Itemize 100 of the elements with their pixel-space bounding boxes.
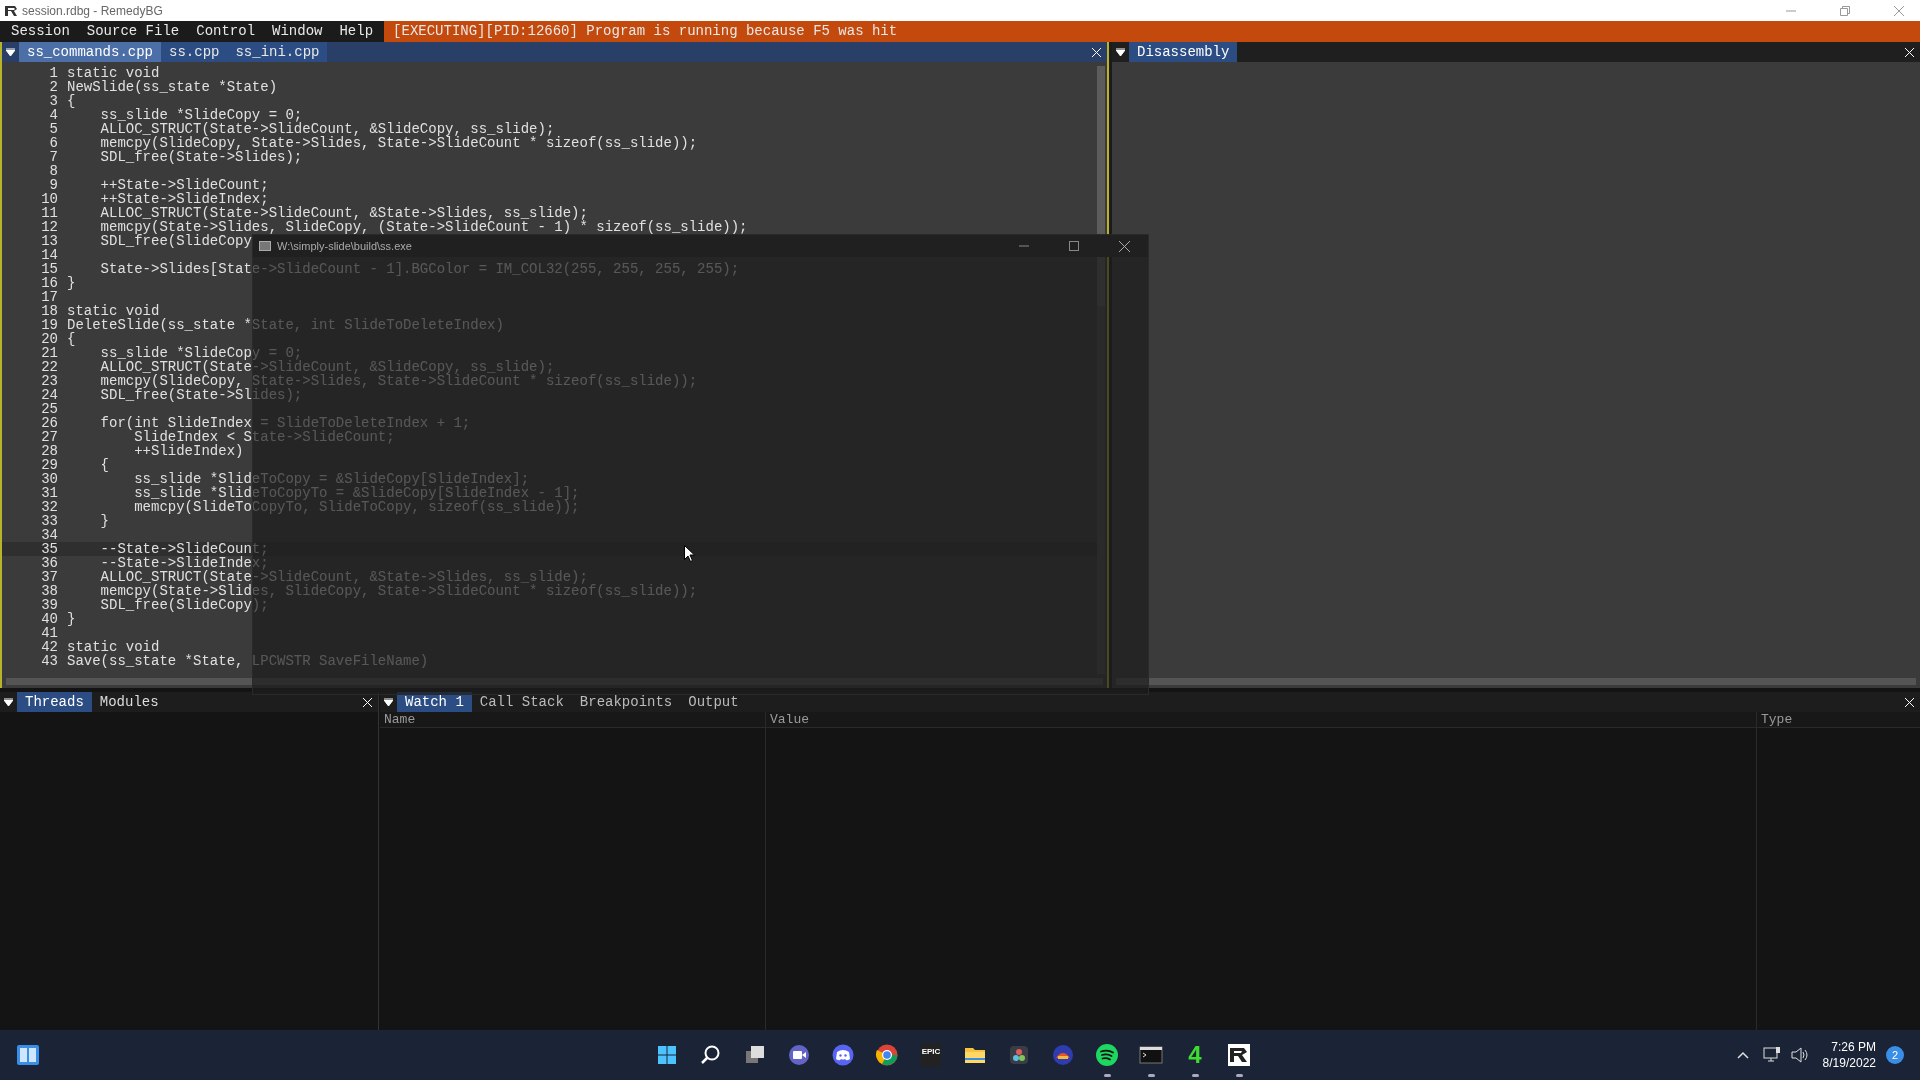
line-number: 30 (40, 472, 58, 486)
close-icon[interactable] (1119, 240, 1130, 252)
line-number: 34 (40, 528, 58, 542)
widgets-icon[interactable] (16, 1043, 40, 1067)
line-number: 13 (40, 234, 58, 248)
line-number: 15 (40, 262, 58, 276)
line-number: 32 (40, 500, 58, 514)
clock-time[interactable]: 7:26 PM (1831, 1039, 1876, 1055)
taskbar-app-icon[interactable] (1139, 1043, 1163, 1067)
line-number: 28 (40, 444, 58, 458)
line-number: 40 (40, 612, 58, 626)
taskbar-app-icon[interactable] (831, 1043, 855, 1067)
panel-menu-icon[interactable] (4, 697, 13, 707)
taskbar-app-icon[interactable] (1007, 1043, 1031, 1067)
mouse-cursor-icon (684, 545, 695, 562)
line-number: 16 (40, 276, 58, 290)
line-number: 33 (40, 514, 58, 528)
line-number: 35 (40, 542, 58, 556)
line-number: 26 (40, 416, 58, 430)
menu-item[interactable]: Help (339, 21, 374, 42)
code-line: ALLOC_STRUCT(State->SlideCount, &SlideCopy, ss_slide); (99, 122, 555, 136)
line-number: 9 (48, 178, 58, 192)
clock-date[interactable]: 8/19/2022 (1822, 1055, 1876, 1071)
status-text: [EXECUTING][PID:12660] Program is running because F5 was hit (393, 22, 898, 41)
line-number: 14 (40, 248, 58, 262)
code-line: static void (67, 304, 160, 318)
tab[interactable]: ss.cpp (161, 42, 228, 62)
code-line: NewSlide(ss_state *State) (67, 80, 278, 94)
tab[interactable]: ss_commands.cpp (19, 42, 162, 62)
column-header[interactable]: Type (1761, 712, 1793, 727)
line-number: 29 (40, 458, 58, 472)
line-number: 12 (40, 220, 58, 234)
line-number: 24 (40, 388, 58, 402)
line-number: 21 (40, 346, 58, 360)
line-number: 31 (40, 486, 58, 500)
network-icon[interactable] (1762, 1047, 1781, 1063)
line-number: 23 (40, 374, 58, 388)
line-number: 2 (48, 80, 58, 94)
code-line: SlideIndex < State->SlideCount; (134, 430, 395, 444)
taskbar-app-icon[interactable] (787, 1043, 811, 1067)
line-number: 8 (48, 164, 58, 178)
app-window-icon (259, 241, 271, 251)
volume-icon[interactable] (1790, 1047, 1809, 1063)
code-line: SDL_free(SlideCopy); (99, 598, 269, 612)
code-line: } (67, 276, 76, 290)
code-line: --State->SlideCount; (99, 542, 269, 556)
line-number: 43 (40, 654, 58, 668)
line-number: 7 (48, 150, 58, 164)
menu-item[interactable]: Control (196, 21, 256, 42)
tab[interactable]: ss_ini.cpp (227, 42, 328, 62)
line-number: 39 (40, 598, 58, 612)
taskbar-app-button[interactable]: EPIC (921, 1043, 941, 1067)
code-line: SDL_free(SlideCopy (99, 234, 252, 248)
line-number: 41 (40, 626, 58, 640)
line-number: 17 (40, 290, 58, 304)
line-number: 4 (48, 108, 58, 122)
taskbar-app-icon[interactable] (1227, 1043, 1251, 1067)
taskbar-app-button[interactable]: 4 (1188, 1042, 1202, 1068)
line-number: 20 (40, 332, 58, 346)
line-number: 10 (40, 192, 58, 206)
window-title: session.rdbg - RemedyBG (22, 2, 163, 20)
line-number: 38 (40, 584, 58, 598)
start-icon[interactable] (655, 1043, 679, 1067)
code-line: SDL_free(State->Slides); (99, 150, 303, 164)
taskbar-app-icon[interactable] (875, 1043, 899, 1067)
window-title: W:\simply-slide\build\ss.exe (277, 238, 412, 254)
line-number: 37 (40, 570, 58, 584)
app-logo-icon (4, 3, 18, 18)
line-number: 11 (40, 206, 58, 220)
column-header[interactable]: Name (384, 712, 416, 727)
menu-item[interactable]: Session (11, 21, 70, 42)
restore-icon[interactable] (1840, 5, 1850, 16)
taskbar-app-icon[interactable] (1051, 1043, 1075, 1067)
code-line: } (99, 514, 109, 528)
line-number: 25 (40, 402, 58, 416)
taskbar-app-icon[interactable] (1095, 1043, 1119, 1067)
line-number: 19 (40, 318, 58, 332)
column-header[interactable]: Value (770, 712, 809, 727)
code-line: ss_slide *SlideCopy = 0; (99, 108, 303, 122)
panel-menu-icon[interactable] (384, 697, 393, 707)
chevron-up-icon[interactable] (1736, 1051, 1749, 1059)
line-number: 42 (40, 640, 58, 654)
code-line: static void (67, 640, 160, 654)
line-number: 6 (48, 136, 58, 150)
line-number: 22 (40, 360, 58, 374)
panel-menu-icon[interactable] (1116, 47, 1125, 57)
code-line: static void (67, 66, 160, 80)
line-number: 1 (48, 66, 58, 80)
menu-item[interactable]: Source File (86, 21, 180, 42)
tab[interactable]: Disassembly (1129, 42, 1238, 62)
code-line: { (99, 458, 109, 472)
code-line: } (67, 612, 76, 626)
maximize-icon[interactable] (1069, 241, 1079, 251)
line-number: 18 (40, 304, 58, 318)
panel-menu-icon[interactable] (6, 47, 15, 57)
code-line: ++SlideIndex) (133, 444, 244, 458)
tab[interactable]: Threads (17, 692, 92, 712)
code-line: { (67, 332, 76, 346)
menu-item[interactable]: Window (272, 21, 323, 42)
code-line: memcpy(State->Slides, SlideCopy, (State->SlideCount - 1) * sizeof(ss_slide)); (99, 220, 748, 234)
